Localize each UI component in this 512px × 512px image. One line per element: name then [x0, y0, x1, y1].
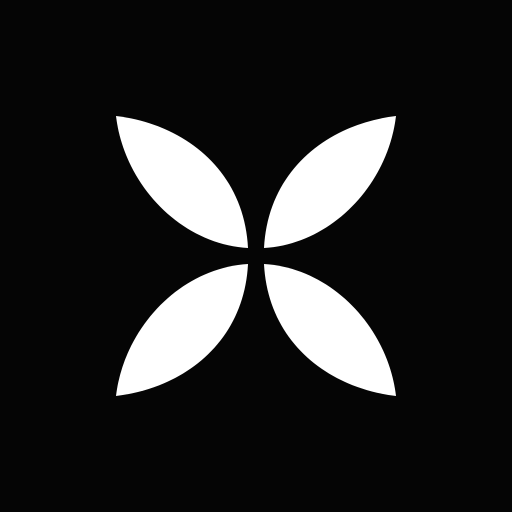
petal-bottom-right — [264, 264, 396, 396]
petal-top-right — [264, 116, 396, 248]
petal-top-left — [116, 116, 248, 248]
petal-bottom-left — [116, 264, 248, 396]
four-petal-flower-icon — [116, 116, 396, 396]
app-icon-canvas — [0, 0, 512, 512]
